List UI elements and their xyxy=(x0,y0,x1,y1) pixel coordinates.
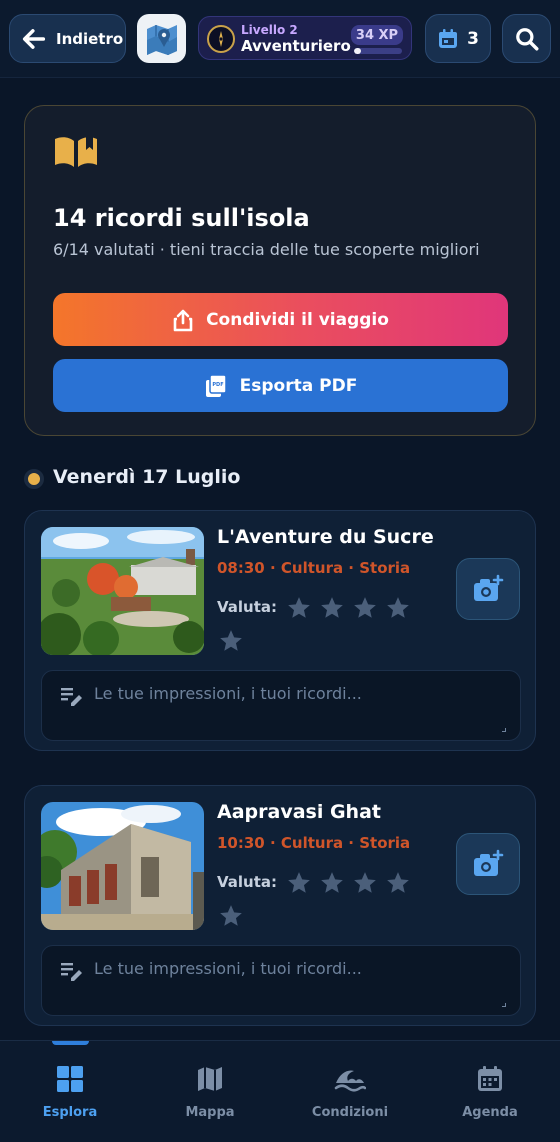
memory-card: L'Aventure du Sucre 08:30 · Cultura · St… xyxy=(24,510,536,751)
grid-icon xyxy=(57,1066,83,1092)
calendar-icon xyxy=(439,28,458,48)
pdf-icon: PDF xyxy=(205,373,227,397)
place-name: Aapravasi Ghat xyxy=(217,801,381,823)
notes-textarea[interactable]: Le tue impressioni, i tuoi ricordi... xyxy=(41,945,521,1016)
add-photo-icon xyxy=(474,849,504,876)
level-title: Avventuriero xyxy=(241,37,351,55)
top-bar: Indietro Livello 2 Avventuriero 34 XP 3 xyxy=(0,0,560,78)
calendar-count: 3 xyxy=(467,28,479,49)
notes-pencil-icon xyxy=(61,688,82,706)
open-book-icon xyxy=(55,137,97,167)
summary-subtitle: 6/14 valutati · tieni traccia delle tue … xyxy=(53,240,480,259)
calendar-button[interactable]: 3 xyxy=(425,14,491,63)
nav-label: Agenda xyxy=(462,1105,518,1120)
notes-placeholder: Le tue impressioni, i tuoi ricordi... xyxy=(94,959,362,978)
pdf-label: Esporta PDF xyxy=(239,375,358,396)
place-meta: 08:30 · Cultura · Storia xyxy=(217,559,411,577)
star-icon[interactable] xyxy=(319,870,345,896)
star-icon[interactable] xyxy=(218,903,244,929)
nav-item-esplora[interactable]: Esplora xyxy=(10,1065,130,1120)
nav-item-condizioni[interactable]: Condizioni xyxy=(290,1065,410,1120)
nav-label: Mappa xyxy=(185,1105,235,1120)
active-tab-indicator xyxy=(52,1041,89,1045)
nav-label: Condizioni xyxy=(311,1105,389,1120)
nav-item-mappa[interactable]: Mappa xyxy=(150,1065,270,1120)
share-label: Condividi il viaggio xyxy=(206,309,389,330)
day-marker xyxy=(24,469,44,489)
place-name: L'Aventure du Sucre xyxy=(217,526,434,548)
compass-icon xyxy=(207,25,235,53)
map-icon xyxy=(198,1067,222,1091)
folded-map-icon xyxy=(146,24,177,55)
calendar-icon xyxy=(478,1066,502,1091)
arrow-left-icon xyxy=(22,28,46,49)
notes-pencil-icon xyxy=(61,963,82,981)
star-icon[interactable] xyxy=(385,870,411,896)
add-photo-button[interactable] xyxy=(456,833,520,895)
star-icon[interactable] xyxy=(352,870,378,896)
xp-progress-fill xyxy=(354,48,362,54)
star-icon[interactable] xyxy=(385,595,411,621)
star-icon[interactable] xyxy=(319,595,345,621)
place-photo[interactable] xyxy=(41,802,204,930)
summary-title: 14 ricordi sull'isola xyxy=(53,204,310,232)
bottom-navigation: Esplora Mappa Condizioni Agenda xyxy=(0,1040,560,1142)
place-photo[interactable] xyxy=(41,527,204,655)
star-icon[interactable] xyxy=(218,628,244,654)
app-logo[interactable] xyxy=(137,14,186,63)
nav-item-agenda[interactable]: Agenda xyxy=(430,1065,550,1120)
resize-handle[interactable] xyxy=(502,728,506,732)
place-meta: 10:30 · Cultura · Storia xyxy=(217,834,411,852)
add-photo-button[interactable] xyxy=(456,558,520,620)
share-trip-button[interactable]: Condividi il viaggio xyxy=(53,293,508,346)
rate-label: Valuta: xyxy=(217,873,278,891)
xp-badge: 34 XP xyxy=(351,25,403,45)
notes-placeholder: Le tue impressioni, i tuoi ricordi... xyxy=(94,684,362,703)
svg-text:PDF: PDF xyxy=(212,382,223,388)
back-button[interactable]: Indietro xyxy=(9,14,126,63)
search-icon xyxy=(515,27,538,50)
level-badge[interactable]: Livello 2 Avventuriero 34 XP xyxy=(198,16,412,60)
add-photo-icon xyxy=(474,574,504,601)
summary-card: 14 ricordi sull'isola 6/14 valutati · ti… xyxy=(24,105,536,436)
level-number: Livello 2 xyxy=(241,23,298,37)
xp-progress-bar xyxy=(354,48,402,54)
search-button[interactable] xyxy=(502,14,551,63)
back-label: Indietro xyxy=(56,29,124,48)
star-icon[interactable] xyxy=(286,870,312,896)
nav-label: Esplora xyxy=(42,1105,98,1120)
export-pdf-button[interactable]: PDF Esporta PDF xyxy=(53,359,508,412)
memory-card: Aapravasi Ghat 10:30 · Cultura · Storia … xyxy=(24,785,536,1026)
star-icon[interactable] xyxy=(286,595,312,621)
rate-label: Valuta: xyxy=(217,598,278,616)
resize-handle[interactable] xyxy=(502,1003,506,1007)
star-icon[interactable] xyxy=(352,595,378,621)
share-icon xyxy=(173,309,193,331)
wave-icon xyxy=(334,1070,366,1092)
day-title: Venerdì 17 Luglio xyxy=(53,466,241,488)
notes-textarea[interactable]: Le tue impressioni, i tuoi ricordi... xyxy=(41,670,521,741)
